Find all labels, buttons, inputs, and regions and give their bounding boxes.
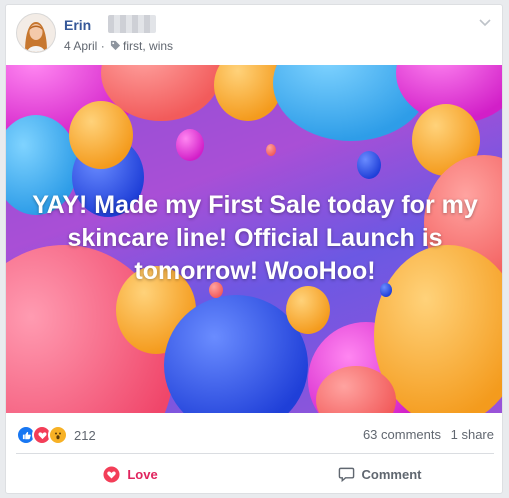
post-caption: YAY! Made my First Sale today for my ski… [32, 191, 478, 285]
chevron-down-icon[interactable] [478, 15, 492, 29]
post-card: Erin 4 April · first, wins YAY! Made my … [5, 4, 503, 494]
meta-separator: · [100, 39, 105, 53]
comment-icon [338, 467, 354, 482]
comment-button[interactable]: Comment [255, 457, 502, 491]
engagement-counts: 63 comments 1 share [363, 427, 494, 442]
divider [16, 453, 494, 454]
reaction-count[interactable]: 212 [74, 428, 96, 443]
shares-count[interactable]: 1 share [451, 427, 494, 442]
post-header: Erin 4 April · first, wins [6, 5, 502, 65]
wow-icon [48, 425, 68, 445]
post-date[interactable]: 4 April [64, 39, 97, 53]
author-avatar[interactable] [16, 13, 56, 53]
tag-icon [110, 40, 121, 51]
author-name[interactable]: Erin [64, 17, 91, 33]
love-label: Love [127, 466, 158, 482]
redacted-surname [108, 15, 156, 33]
post-image[interactable]: YAY! Made my First Sale today for my ski… [6, 65, 502, 413]
post-actions: Love Comment [6, 457, 502, 491]
love-icon [103, 465, 120, 483]
post-tags[interactable]: first, wins [123, 39, 173, 53]
reaction-summary[interactable]: 212 [16, 425, 96, 445]
love-button[interactable]: Love [6, 457, 255, 491]
post-meta: 4 April · first, wins [64, 39, 173, 53]
avatar-image [17, 14, 55, 52]
post-stats: 212 63 comments 1 share [6, 421, 502, 447]
comments-count[interactable]: 63 comments [363, 427, 441, 442]
comment-label: Comment [361, 466, 422, 482]
